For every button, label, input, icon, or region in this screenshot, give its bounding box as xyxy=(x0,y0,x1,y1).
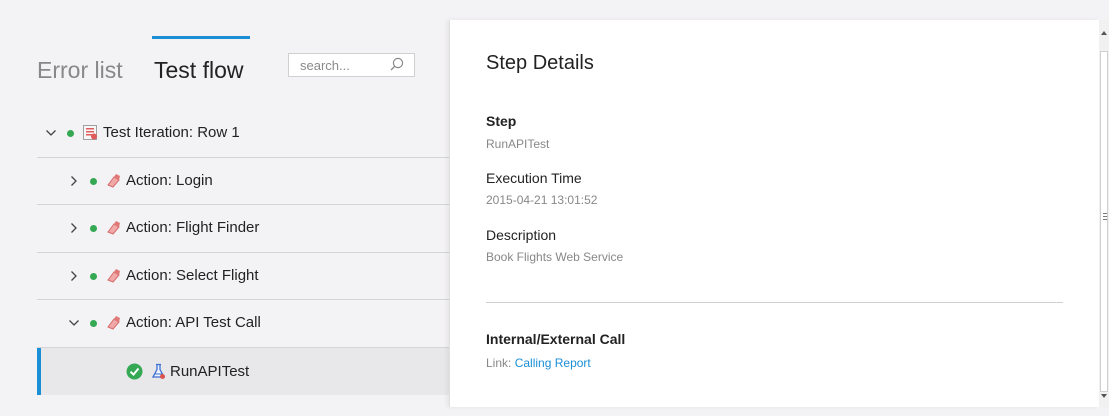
chevron-right-icon[interactable] xyxy=(68,175,80,187)
chevron-right-icon[interactable] xyxy=(68,222,80,234)
chevron-right-icon[interactable] xyxy=(68,270,80,282)
status-passed-dot xyxy=(90,272,97,280)
scroll-down-arrow-icon[interactable] xyxy=(1101,394,1107,398)
tree-row-label: Action: Flight Finder xyxy=(126,219,260,236)
details-title: Step Details xyxy=(486,52,594,74)
search-box[interactable] xyxy=(288,53,415,77)
tree-row[interactable]: Action: Select Flight xyxy=(37,253,450,300)
chevron-down-icon[interactable] xyxy=(45,127,57,139)
status-passed-dot xyxy=(90,177,97,185)
execution-time-label: Execution Time xyxy=(486,170,582,186)
active-tab-indicator xyxy=(152,36,250,39)
search-input[interactable] xyxy=(300,58,390,73)
tab-bar: Error list Test flow xyxy=(37,30,447,90)
scroll-up-arrow-icon[interactable] xyxy=(1101,31,1107,35)
details-scrollbar[interactable] xyxy=(1099,20,1109,407)
description-label: Description xyxy=(486,227,557,243)
chevron-down-icon[interactable] xyxy=(68,317,80,329)
tab-test-flow[interactable]: Test flow xyxy=(154,57,243,83)
api-test-icon xyxy=(151,363,166,379)
test-flow-tree: Test Iteration: Row 1 Action: Login Action… xyxy=(37,110,450,395)
test-iteration-icon xyxy=(83,125,97,140)
selection-bar xyxy=(37,347,41,395)
step-label: Step xyxy=(486,113,517,129)
status-passed-dot xyxy=(90,320,97,327)
tree-row-label: Test Iteration: Row 1 xyxy=(103,124,240,141)
tab-error-list[interactable]: Error list xyxy=(37,57,123,83)
calling-report-link[interactable]: Calling Report xyxy=(515,356,591,370)
action-icon xyxy=(107,173,120,188)
tree-row[interactable]: Test Iteration: Row 1 xyxy=(37,110,450,158)
action-icon xyxy=(107,316,120,330)
link-row: Link: Calling Report xyxy=(486,356,591,370)
description-value: Book Flights Web Service xyxy=(486,250,624,264)
grip-icon xyxy=(1103,213,1107,220)
tree-row[interactable]: Action: Flight Finder xyxy=(37,205,450,253)
execution-time-value: 2015-04-21 13:01:52 xyxy=(486,193,598,207)
status-passed-dot xyxy=(90,225,97,232)
scroll-thumb[interactable] xyxy=(1100,51,1108,392)
left-panel: Error list Test flow Test Iteration: Row… xyxy=(0,0,450,416)
tree-row[interactable]: RunAPITest xyxy=(37,347,450,395)
tree-row-label: Action: API Test Call xyxy=(126,314,261,331)
step-value: RunAPITest xyxy=(486,137,550,151)
search-icon[interactable] xyxy=(390,57,404,71)
tree-row-label: RunAPITest xyxy=(170,362,250,380)
status-passed-dot xyxy=(67,130,74,137)
tree-row-label: Action: Login xyxy=(126,171,213,189)
tree-row[interactable]: Action: Login xyxy=(37,158,450,205)
internal-external-call-label: Internal/External Call xyxy=(486,331,626,347)
tree-row[interactable]: Action: API Test Call xyxy=(37,300,450,348)
action-icon xyxy=(107,268,120,283)
action-icon xyxy=(107,221,120,235)
step-details-panel: Step Details Step RunAPITest Execution T… xyxy=(449,20,1099,407)
passed-check-icon xyxy=(126,363,143,379)
link-prefix: Link: xyxy=(486,356,512,370)
details-divider xyxy=(486,302,1063,303)
tree-row-label: Action: Select Flight xyxy=(126,266,259,284)
